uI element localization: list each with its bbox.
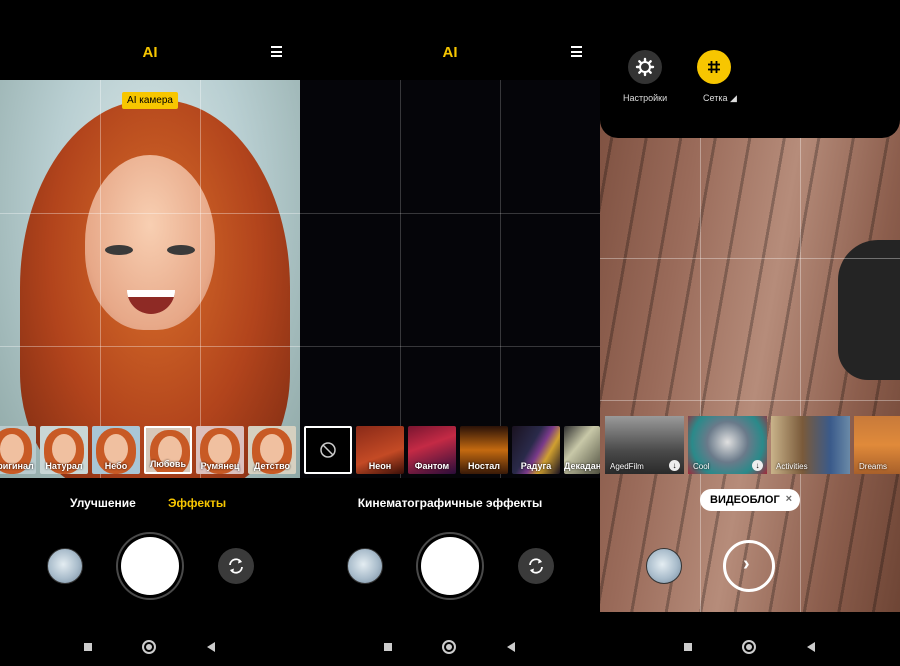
mode-enhance[interactable]: Улучшение [70,496,136,510]
system-nav-bar [300,632,600,662]
no-effect-icon [320,442,336,458]
home-icon[interactable] [442,640,456,654]
mode-selector: Улучшение Эффекты [0,496,300,512]
flip-camera-button[interactable] [518,548,554,584]
gallery-thumbnail[interactable] [347,548,383,584]
system-nav-bar [0,632,300,662]
recents-icon[interactable] [84,643,92,651]
back-icon[interactable] [807,642,815,652]
camera-screen-ai-filters: AI AI камера Оригинал Натурал Небо [0,0,300,666]
filter-strip: Оригинал Натурал Небо Любовь Румянец Дет… [0,426,300,476]
filter-natural[interactable]: Натурал [40,426,88,474]
next-button[interactable]: › [723,540,775,592]
effect-decadence[interactable]: Декадан [564,426,600,474]
viewfinder[interactable] [300,80,600,478]
portrait-face [85,155,215,330]
flip-camera-button[interactable] [218,548,254,584]
video-filter-agedfilm[interactable]: AgedFilm ↓ [605,416,684,474]
filter-blush[interactable]: Румянец [196,426,244,474]
effect-nostalgia[interactable]: Ностал [460,426,508,474]
mode-cinematic[interactable]: Кинематографичные эффекты [300,496,600,510]
camera-controls [300,536,600,596]
camera-screen-cinematic: AI Неон Фантом Ностал Радуга Декадан Кин… [300,0,600,666]
quick-settings-panel: Настройки Сетка ◢ [600,0,900,138]
system-nav-area [600,612,900,666]
ai-toggle[interactable]: AI [0,44,300,61]
camera-controls [0,536,300,596]
mode-selector: Кинематографичные эффекты [300,496,600,512]
viewfinder-object [838,240,900,380]
videoblog-mode-chip[interactable]: ВИДЕОБЛОГ × [700,489,800,511]
top-bar: AI [300,0,600,80]
video-filter-strip: AgedFilm ↓ Cool ↓ Activities Dreams [600,416,900,474]
download-icon[interactable]: ↓ [752,460,763,471]
filter-original[interactable]: Оригинал [0,426,36,474]
video-filter-activities[interactable]: Activities [771,416,850,474]
arrow-right-icon: › [743,553,750,575]
flip-camera-icon [229,558,243,574]
viewfinder[interactable]: AI камера [0,80,300,478]
shutter-button[interactable] [121,537,179,595]
grid-icon [708,61,720,73]
effect-neon[interactable]: Неон [356,426,404,474]
effect-rainbow[interactable]: Радуга [512,426,560,474]
filter-love[interactable]: Любовь [144,426,192,474]
grid-toggle-button[interactable] [697,50,731,84]
home-icon[interactable] [142,640,156,654]
close-icon[interactable]: × [786,493,792,505]
gallery-thumbnail[interactable] [646,548,682,584]
camera-screen-video-filters: Настройки Сетка ◢ AgedFilm ↓ Cool ↓ Acti… [600,0,900,666]
settings-button[interactable] [628,50,662,84]
recents-icon[interactable] [384,643,392,651]
effect-phantom[interactable]: Фантом [408,426,456,474]
video-filter-dreams[interactable]: Dreams [854,416,900,474]
home-icon[interactable] [742,640,756,654]
back-icon[interactable] [207,642,215,652]
filter-sky[interactable]: Небо [92,426,140,474]
video-filter-cool[interactable]: Cool ↓ [688,416,767,474]
back-icon[interactable] [507,642,515,652]
shutter-button[interactable] [421,537,479,595]
download-icon[interactable]: ↓ [669,460,680,471]
system-nav-bar [600,632,900,662]
top-bar: AI [0,0,300,80]
grid-label: Сетка ◢ [703,93,737,103]
menu-icon[interactable] [571,46,582,57]
recents-icon[interactable] [684,643,692,651]
settings-label: Настройки [623,93,668,103]
filter-childhood[interactable]: Детство [248,426,296,474]
mode-effects[interactable]: Эффекты [168,496,226,510]
flip-camera-icon [529,558,543,574]
gallery-thumbnail[interactable] [47,548,83,584]
menu-icon[interactable] [271,46,282,57]
ai-camera-badge: AI камера [122,92,178,109]
ai-toggle[interactable]: AI [300,44,600,61]
effect-strip: Неон Фантом Ностал Радуга Декадан [300,426,600,476]
effect-none[interactable] [304,426,352,474]
gear-icon [635,57,655,77]
